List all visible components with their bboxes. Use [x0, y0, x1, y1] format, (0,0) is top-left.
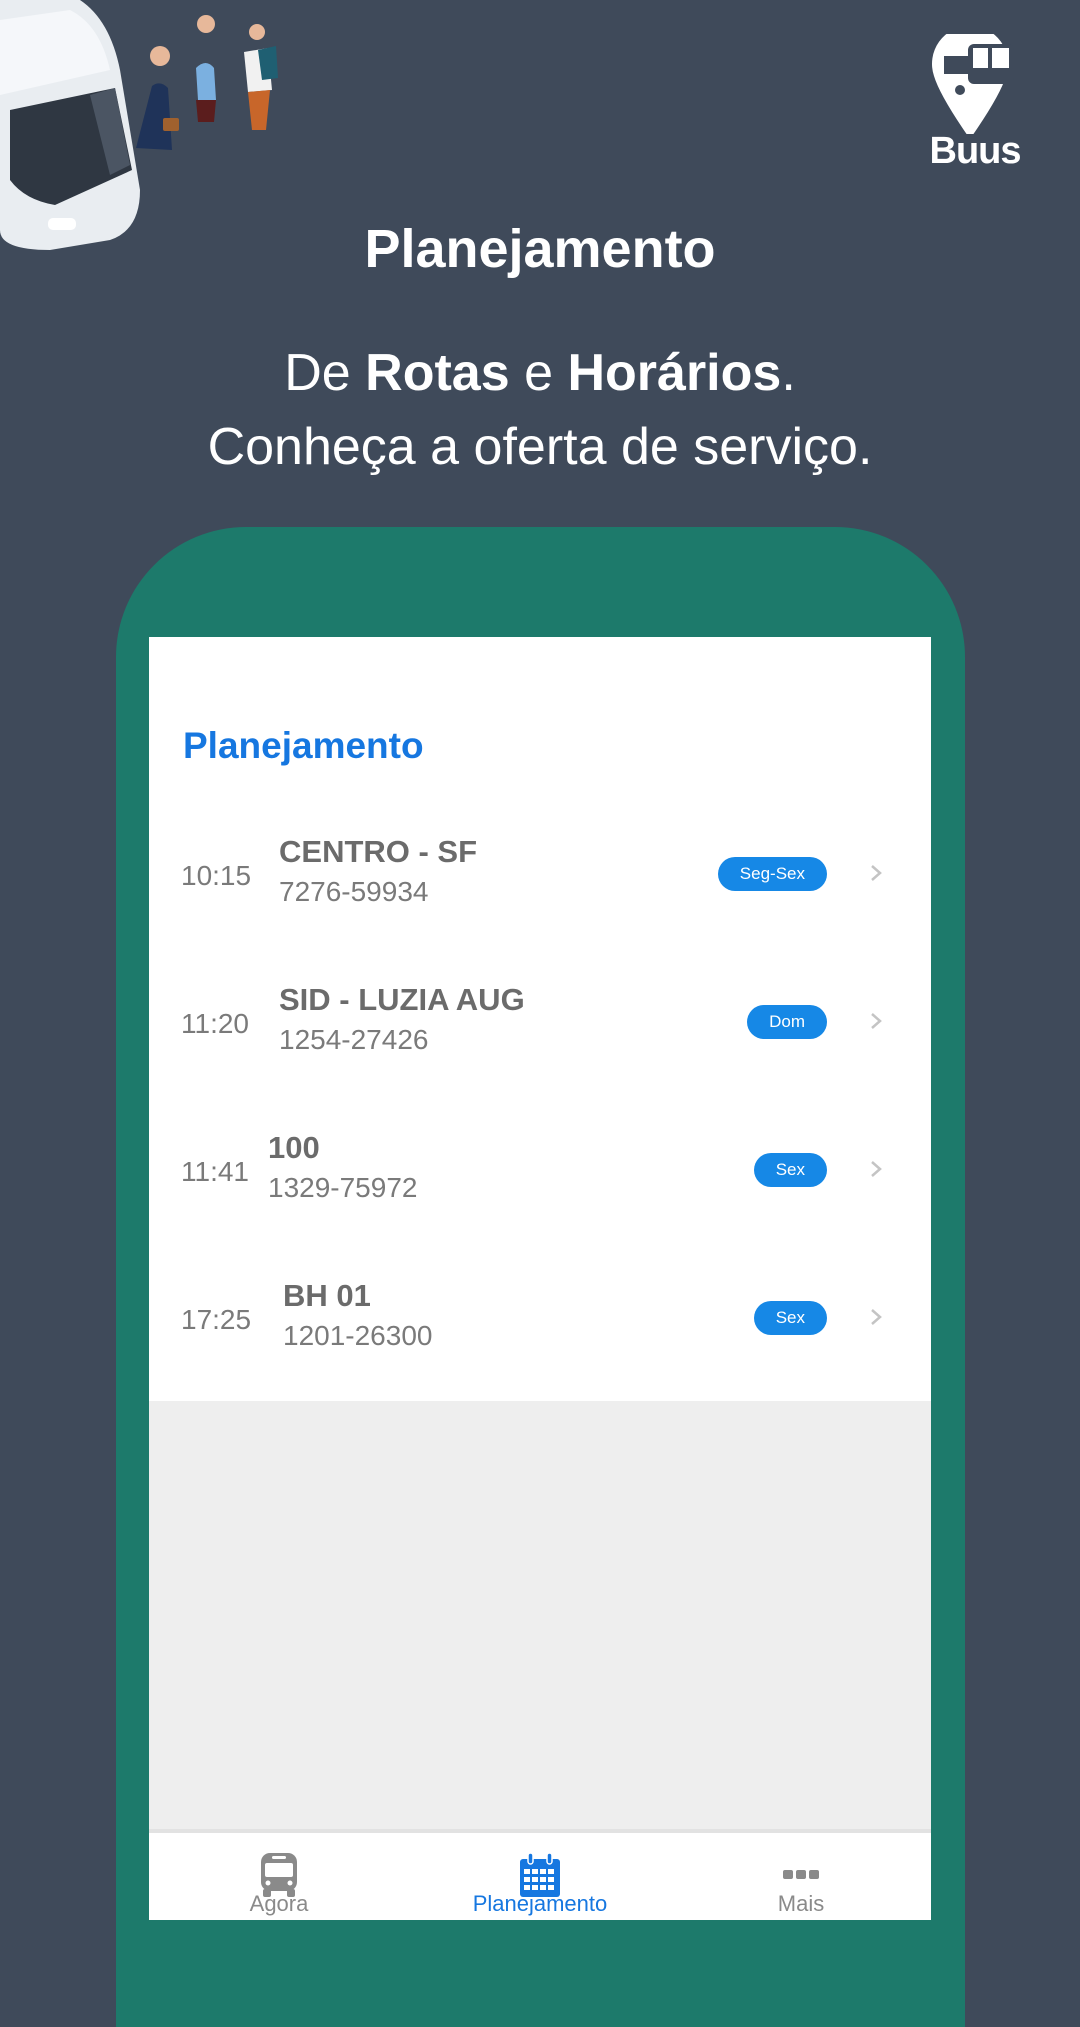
trip-time: 10:15 — [181, 860, 252, 891]
tab-label: Planejamento — [472, 1891, 608, 1916]
map-pin-bus-icon — [932, 34, 1014, 134]
trip-row[interactable]: 11:20 SID - LUZIA AUG 1254-27426 Dom — [149, 955, 931, 1103]
chevron-right-icon — [871, 1161, 882, 1177]
trip-row[interactable]: 10:15 CENTRO - SF 7276-59934 Seg-Sex — [149, 807, 931, 955]
days-badge: Sex — [753, 1153, 827, 1187]
trip-time: 11:20 — [181, 1008, 249, 1039]
chevron-right-icon — [871, 1309, 882, 1325]
subtitle-text: e — [509, 344, 568, 402]
chevron-right-icon — [871, 1013, 882, 1029]
tab-agora[interactable]: Agora — [149, 1833, 409, 1920]
days-badge: Sex — [753, 1301, 827, 1335]
trip-name: BH 01 — [283, 1278, 371, 1313]
trip-name: CENTRO - SF — [279, 834, 478, 869]
tab-label: Agora — [249, 1891, 309, 1916]
app-screen: Planejamento 10:15 CENTRO - SF 7276-5993… — [149, 637, 931, 1920]
brand-name: Buus — [929, 130, 1022, 172]
hero-title: Planejamento — [364, 219, 716, 279]
subtitle-emphasis-routes: Rotas — [365, 344, 510, 402]
trip-code: 1201-26300 — [283, 1320, 433, 1351]
hero-subtitle-line-1: De Rotas e Horários. — [0, 336, 1080, 410]
trip-name: SID - LUZIA AUG — [279, 982, 525, 1017]
brand-logo: Buus — [920, 34, 1030, 174]
subtitle-text: De — [284, 344, 366, 402]
bottom-tab-bar: Agora Planejamento Mais — [149, 1833, 931, 1920]
hero-subtitle-line-2: Conheça a oferta de serviço. — [207, 418, 873, 476]
trip-code: 1254-27426 — [279, 1024, 429, 1055]
tab-mais[interactable]: Mais — [671, 1833, 931, 1920]
trip-row[interactable]: 11:41 100 1329-75972 Sex — [149, 1103, 931, 1251]
tab-label: Mais — [777, 1891, 825, 1916]
trip-list: 10:15 CENTRO - SF 7276-59934 Seg-Sex 11:… — [149, 807, 931, 1399]
trip-code: 7276-59934 — [279, 876, 429, 907]
trip-time: 17:25 — [181, 1304, 252, 1335]
subtitle-emphasis-schedules: Horários — [567, 344, 782, 402]
trip-name: 100 — [268, 1130, 320, 1165]
days-badge: Dom — [747, 1005, 827, 1039]
trip-code: 1329-75972 — [268, 1172, 418, 1203]
subtitle-text: . — [781, 344, 796, 402]
empty-content-area — [149, 1401, 931, 1833]
trip-time: 11:41 — [181, 1156, 249, 1187]
trip-row[interactable]: 17:25 BH 01 1201-26300 Sex — [149, 1251, 931, 1399]
chevron-right-icon — [871, 865, 882, 881]
days-badge: Seg-Sex — [717, 857, 827, 891]
screen-title: Planejamento — [183, 725, 424, 766]
tab-planejamento[interactable]: Planejamento — [410, 1833, 670, 1920]
hero-subtitle: De Rotas e Horários. Conheça a oferta de… — [0, 336, 1080, 484]
